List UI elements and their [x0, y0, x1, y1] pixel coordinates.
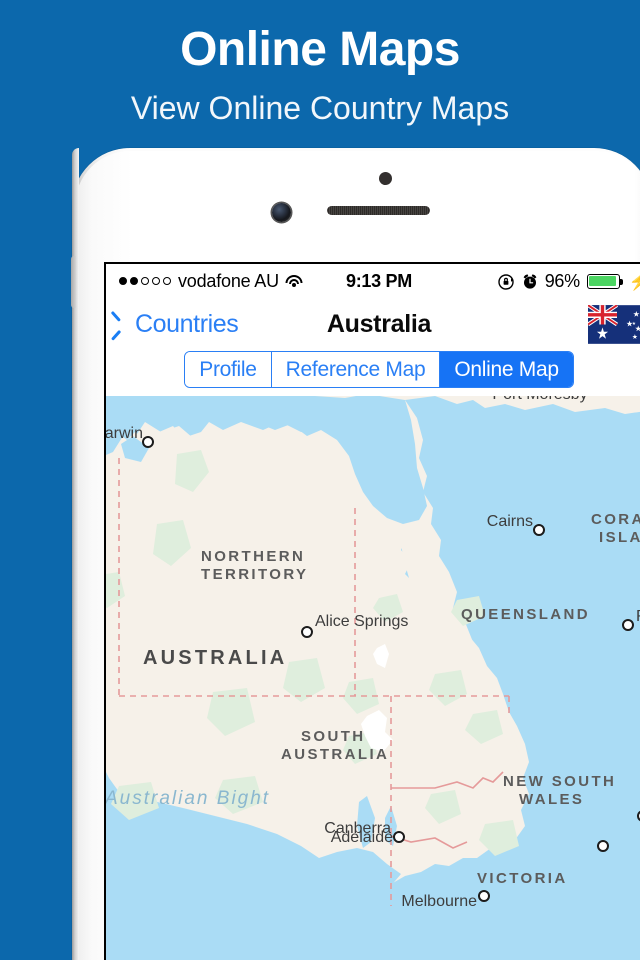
phone-screen: vodafone AU 9:13 PM 96% Countries Austra… — [104, 262, 640, 960]
map-state-nt-line1: NORTHERN — [201, 548, 305, 565]
australia-flag-icon — [588, 305, 640, 344]
map-state-nt-line2: TERRITORY — [201, 566, 308, 583]
city-marker — [393, 831, 405, 843]
city-marker — [597, 840, 609, 852]
page-title: Australia — [326, 310, 432, 338]
tab-reference-map[interactable]: Reference Map — [271, 352, 441, 387]
map-city-cairns: Cairns — [487, 513, 533, 530]
map-view[interactable]: Port Moresby Darwin Cairns Alice Springs… — [106, 396, 640, 960]
clock-label: 9:13 PM — [346, 270, 412, 291]
map-city-alice-springs: Alice Springs — [315, 613, 408, 630]
map-state-coral-line2: ISLANDS — [599, 529, 640, 546]
map-state-sa-line1: SOUTH — [301, 728, 366, 745]
map-city-melbourne: Melbourne — [401, 893, 477, 910]
volume-button[interactable] — [71, 256, 76, 308]
tab-online-map[interactable]: Online Map — [440, 352, 573, 387]
map-city-rockhampton: Rockhampton — [636, 608, 640, 625]
tab-profile[interactable]: Profile — [185, 352, 272, 387]
map-city-darwin: Darwin — [106, 425, 143, 442]
city-marker — [478, 890, 490, 902]
map-state-vic: VICTORIA — [477, 870, 568, 887]
city-marker — [622, 619, 634, 631]
map-state-nsw-line2: WALES — [519, 791, 584, 808]
promo-title: Online Maps — [180, 23, 460, 76]
map-state-coral-line1: CORAL SEA — [591, 511, 640, 528]
city-marker — [142, 436, 154, 448]
battery-icon — [586, 273, 623, 289]
promo-header: Online Maps View Online Country Maps — [0, 0, 640, 150]
promo-subtitle: View Online Country Maps — [130, 90, 510, 126]
map-state-sa-line2: AUSTRALIA — [281, 746, 389, 763]
australia-flag-button[interactable] — [588, 305, 640, 344]
city-marker — [301, 626, 313, 638]
map-water-label: Australian Bight — [106, 788, 270, 809]
navigation-bar: Countries Australia — [106, 298, 640, 351]
map-state-qld: QUEENSLAND — [461, 606, 590, 623]
phone-device: vodafone AU 9:13 PM 96% Countries Austra… — [71, 148, 640, 960]
city-marker — [533, 524, 545, 536]
map-city-adelaide: Adelaide — [331, 829, 393, 846]
status-bar: vodafone AU 9:13 PM 96% — [106, 264, 640, 298]
earpiece-speaker-icon — [327, 206, 430, 215]
front-camera-icon — [272, 203, 291, 222]
map-state-nsw-line1: NEW SOUTH — [503, 773, 616, 790]
map-city-port-moresby: Port Moresby — [492, 396, 587, 403]
map-canvas[interactable]: Port Moresby Darwin Cairns Alice Springs… — [106, 396, 640, 960]
proximity-sensor-icon — [379, 172, 392, 185]
segmented-control-wrap: Profile Reference Map Online Map — [106, 351, 640, 396]
map-country-label: AUSTRALIA — [143, 647, 287, 669]
segmented-control[interactable]: Profile Reference Map Online Map — [184, 351, 574, 388]
